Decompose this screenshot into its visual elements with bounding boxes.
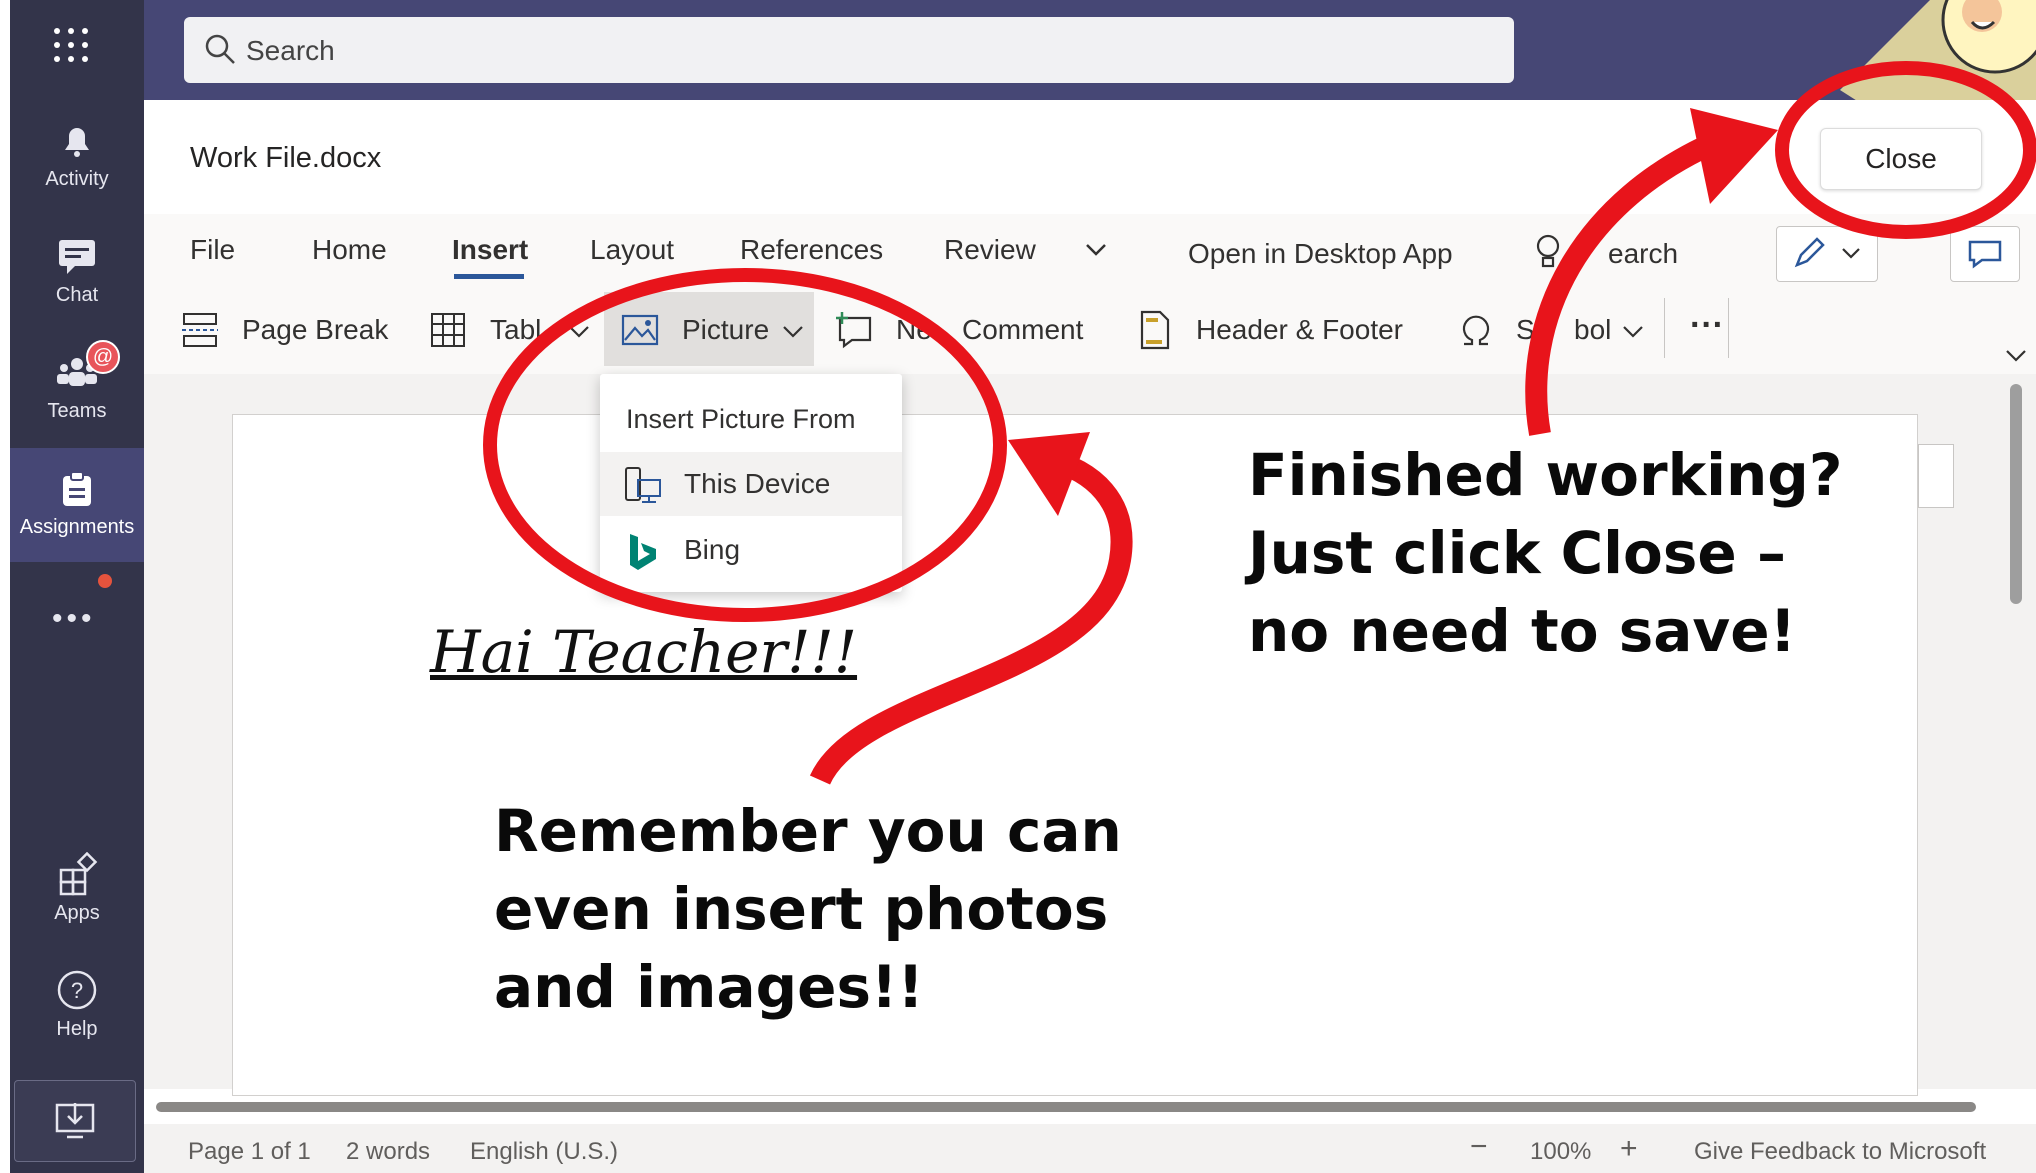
margin-box [1918,444,1954,508]
rail-item-chat[interactable]: Chat [10,234,144,307]
more-apps-icon[interactable]: ••• [52,602,96,636]
svg-text:?: ? [71,978,83,1003]
menu-item-label: Bing [684,534,741,565]
chevron-down-icon[interactable] [1084,240,1108,260]
rail-label-activity: Activity [45,168,109,190]
new-comment-label-a[interactable]: Ne [896,314,932,346]
chevron-down-icon[interactable] [568,322,590,340]
tab-home[interactable]: Home [312,234,387,266]
header-footer-icon [1140,310,1170,350]
omega-symbol-icon [1462,315,1490,346]
symbol-label-a[interactable]: Sy [1516,314,1549,346]
tab-layout[interactable]: Layout [590,234,674,266]
tab-review[interactable]: Review [944,234,1036,266]
rail-item-help[interactable]: ? Help [10,968,144,1041]
language-indicator[interactable]: English (U.S.) [470,1138,618,1166]
open-desktop-app-link[interactable]: Open in Desktop App [1188,238,1453,270]
rail-label-teams: Teams [47,400,107,422]
picture-icon [621,314,659,346]
page-break-icon [182,313,218,347]
rail-item-teams[interactable]: Teams [10,350,144,423]
document-title: Work File.docx [190,142,382,174]
close-button[interactable]: Close [1820,128,1982,190]
mention-badge: @ [86,340,120,374]
feedback-link[interactable]: Give Feedback to Microsoft [1694,1138,1986,1166]
pencil-icon [1794,237,1825,268]
chevron-down-icon [783,326,803,338]
table-button[interactable]: Tabl [490,314,541,346]
rail-label-chat: Chat [55,284,99,306]
symbol-label-b[interactable]: bol [1574,314,1611,346]
page-break-button[interactable]: Page Break [242,314,388,346]
ribbon [144,214,2036,374]
download-app-button[interactable] [14,1080,136,1162]
menu-item-bing[interactable]: Bing [600,518,902,582]
comment-icon [1968,240,2002,269]
document-body-text[interactable]: Hai Teacher!!! [430,618,857,686]
dropdown-heading: Insert Picture From [626,404,856,434]
bell-icon [65,128,89,157]
toolbar-divider [1728,298,1729,358]
tab-references[interactable]: References [740,234,883,266]
header-footer-button[interactable]: Header & Footer [1196,314,1403,346]
editing-mode-button[interactable] [1776,226,1878,282]
search-icon [205,34,235,64]
menu-item-this-device[interactable]: This Device [600,452,902,516]
more-options-button[interactable]: ··· [1690,306,1724,345]
picture-instruction-note: Remember you can even insert photos and … [494,797,1122,1021]
new-comment-icon [836,312,872,349]
download-icon [55,1103,95,1139]
ribbon-search-label[interactable]: earch [1608,238,1678,270]
page-count: Page 1 of 1 [188,1138,311,1165]
toolbar-divider [1664,298,1665,358]
app-launcher-icon[interactable] [54,28,94,68]
chat-icon [59,240,95,274]
picture-label: Picture [682,314,770,345]
vertical-scrollbar[interactable] [2010,384,2022,604]
tab-insert[interactable]: Insert [452,234,528,266]
document-header [144,100,2036,215]
zoom-level: 100% [1530,1138,1592,1165]
apps-icon [59,852,98,896]
close-instruction-note: Finished working? Just click Close – no … [1248,441,1843,665]
rail-item-assignments[interactable]: Assignments [10,466,144,539]
assignments-icon [63,471,91,506]
word-count: 2 words [346,1138,431,1165]
rail-label-assignments: Assignments [19,516,135,538]
zoom-out-button[interactable]: − [1470,1130,1488,1164]
chevron-down-icon[interactable] [2004,346,2028,364]
search-input[interactable]: Search [184,17,1514,83]
insert-picture-dropdown: Insert Picture From This Device Bing [600,374,902,592]
help-icon: ? [57,970,97,1010]
active-tab-underline [454,274,524,279]
tab-file[interactable]: File [190,234,235,266]
zoom-in-button[interactable]: + [1620,1132,1638,1166]
rail-item-activity[interactable]: Activity [10,118,144,191]
search-placeholder: Search [246,35,335,66]
horizontal-scrollbar[interactable] [156,1102,1976,1112]
notification-dot [98,574,112,588]
device-icon [625,467,661,503]
chevron-down-icon[interactable] [1622,322,1644,340]
rail-label-apps: Apps [54,902,100,924]
table-icon [431,313,465,347]
new-comment-label-b[interactable]: Comment [962,314,1083,346]
comments-button[interactable] [1950,226,2020,282]
menu-item-label: This Device [684,468,831,499]
chevron-down-icon [1842,248,1860,259]
rail-label-help: Help [56,1018,98,1040]
rail-item-apps[interactable]: Apps [10,852,144,925]
lightbulb-icon [1536,234,1560,268]
bing-icon [630,534,656,570]
